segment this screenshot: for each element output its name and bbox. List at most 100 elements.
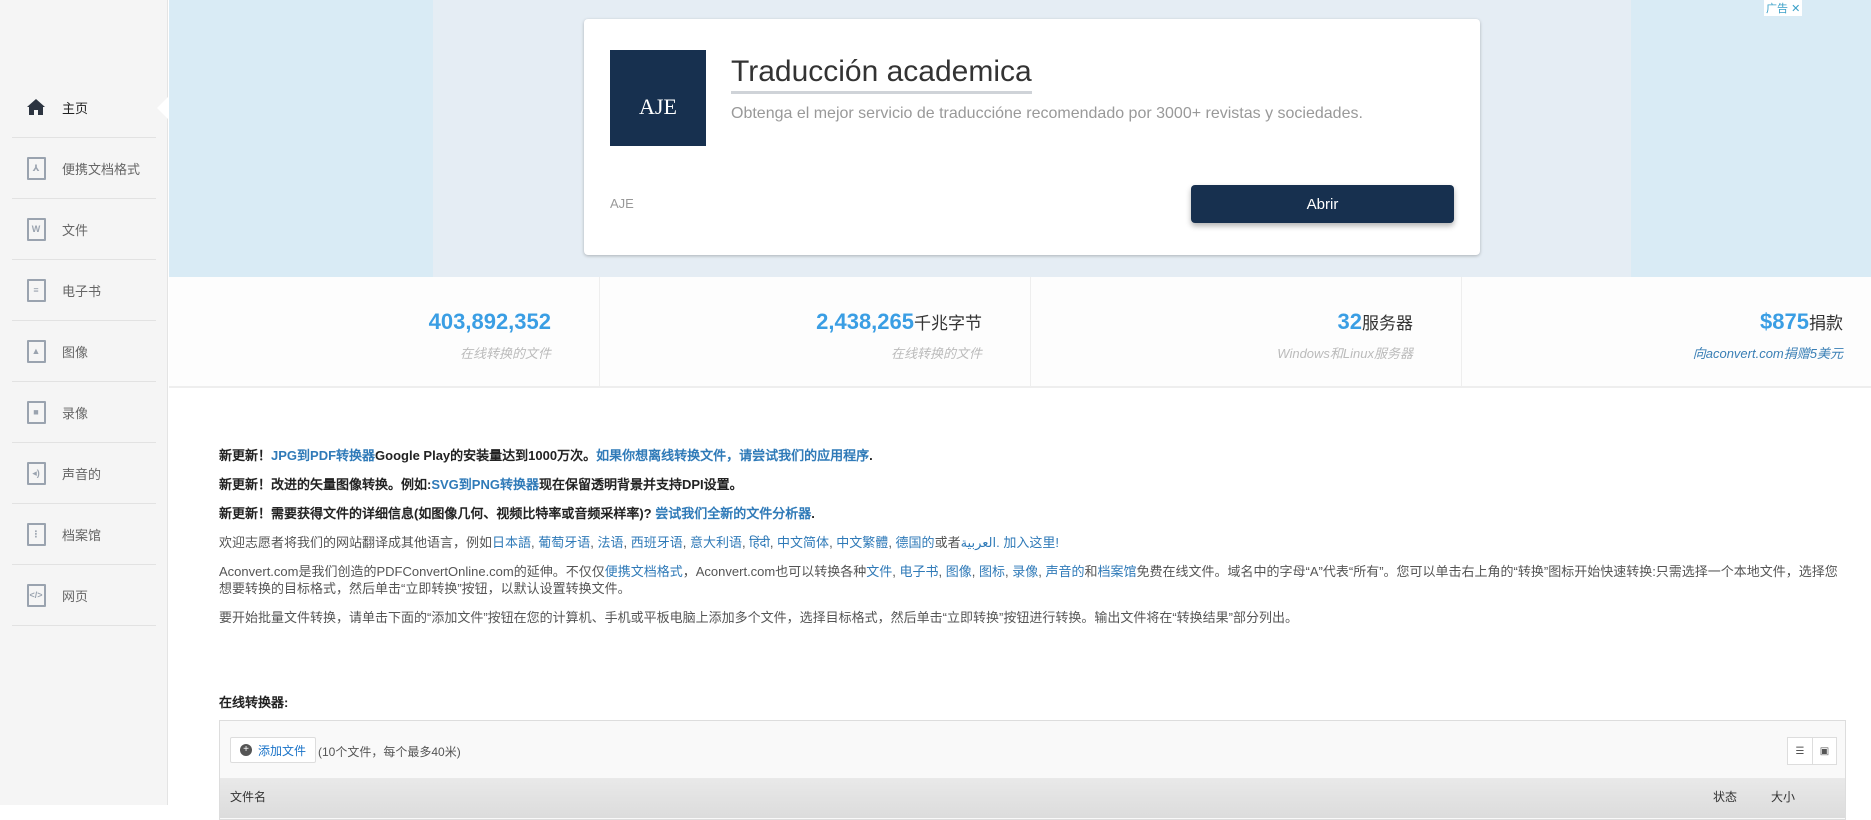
ebook-file-icon: ≡ xyxy=(26,278,46,302)
lang-link[interactable]: العربية xyxy=(961,535,997,550)
sidebar-item-ebook[interactable]: ≡ 电子书 xyxy=(12,260,156,321)
file-table-header: 文件名 状态 大小 xyxy=(220,778,1845,818)
sidebar-item-label: 文件 xyxy=(62,222,89,238)
sidebar-item-video[interactable]: ■ 录像 xyxy=(12,382,156,443)
sidebar-item-image[interactable]: ▲ 图像 xyxy=(12,321,156,382)
text: . xyxy=(869,448,873,463)
file-limit-note: (10个文件，每个最多40米) xyxy=(318,745,461,759)
text: 或者 xyxy=(934,535,961,550)
lang-link[interactable]: 意大利语 xyxy=(690,535,742,550)
audio-file-icon: ◂) xyxy=(26,461,46,485)
lang-link[interactable]: 中文简体 xyxy=(777,535,829,550)
pdf-link[interactable]: 便携文档格式 xyxy=(605,564,683,579)
ad-description: Obtenga el mejor servicio de traduccióne… xyxy=(731,105,1363,122)
stat-unit: 服务器 xyxy=(1362,314,1413,333)
video-file-icon: ■ xyxy=(26,400,46,424)
plus-circle-icon: + xyxy=(240,744,252,756)
sidebar-item-label: 档案馆 xyxy=(62,527,102,543)
converter-title: 在线转换器: xyxy=(219,695,289,710)
lang-link[interactable]: 西班牙语 xyxy=(631,535,683,550)
app-link[interactable]: 如果你想离线转换文件，请尝试我们的应用程序 xyxy=(596,448,869,463)
lang-link[interactable]: 日本語 xyxy=(492,535,531,550)
svg-to-png-link[interactable]: SVG到PNG转换器 xyxy=(431,477,539,492)
word-file-icon: W xyxy=(26,217,46,241)
text: 欢迎志愿者将我们的网站翻译成其他语言，例如 xyxy=(219,535,493,550)
type-link[interactable]: 图标 xyxy=(979,564,1005,579)
sidebar-item-pdf[interactable]: ⅄ 便携文档格式 xyxy=(12,138,156,199)
type-link[interactable]: 电子书 xyxy=(900,564,939,579)
type-link[interactable]: 文件 xyxy=(866,564,892,579)
lang-link[interactable]: 法语 xyxy=(598,535,624,550)
text: . xyxy=(811,506,815,521)
archive-file-icon: ⋮ xyxy=(26,522,46,546)
jpg-to-pdf-link[interactable]: JPG到PDF转换器 xyxy=(271,448,375,463)
type-link[interactable]: 声音的 xyxy=(1046,564,1085,579)
active-indicator xyxy=(157,97,168,119)
ad-title[interactable]: Traducción academica xyxy=(731,53,1032,94)
stat-value: 2,438,265 xyxy=(816,309,914,334)
stat-caption: Windows和Linux服务器 xyxy=(1277,346,1413,361)
webpage-file-icon: </> xyxy=(26,583,46,607)
sidebar-item-label: 网页 xyxy=(62,588,89,604)
sidebar-item-audio[interactable]: ◂) 声音的 xyxy=(12,443,156,504)
stat-value: 403,892,352 xyxy=(428,309,551,334)
col-size: 大小 xyxy=(1770,790,1795,804)
text: Google Play的安装量达到1000万次。 xyxy=(375,448,597,463)
batch-instructions: 要开始批量文件转换，请单击下面的“添加文件”按钮在您的计算机、手机或平板电脑上添… xyxy=(219,610,1298,625)
lang-link[interactable]: 德国的 xyxy=(896,535,935,550)
type-link[interactable]: 图像 xyxy=(946,564,972,579)
donate-link[interactable]: 向aconvert.com捐赠5美元 xyxy=(1462,343,1843,362)
text: ，Aconvert.com也可以转换各种 xyxy=(682,564,867,579)
sidebar-item-document[interactable]: W 文件 xyxy=(12,199,156,260)
sidebar-item-label: 录像 xyxy=(62,405,89,421)
aje-logo: AJE xyxy=(610,50,706,146)
sidebar-item-label: 图像 xyxy=(62,344,89,360)
pdf-file-icon: ⅄ xyxy=(26,156,46,180)
lang-link[interactable]: हिंदी xyxy=(749,535,770,550)
sidebar-item-webpage[interactable]: </> 网页 xyxy=(12,565,156,626)
sidebar-item-label: 声音的 xyxy=(62,466,102,482)
join-link[interactable]: . 加入这里! xyxy=(996,535,1059,550)
stat-caption: 在线转换的文件 xyxy=(890,346,982,361)
text: 新更新！改进的矢量图像转换。例如: xyxy=(219,477,432,492)
thumbnail-view-icon[interactable]: ▣ xyxy=(1812,738,1836,764)
close-icon[interactable]: ✕ xyxy=(1791,3,1800,15)
text: 现在保留透明背景并支持DPI设置。 xyxy=(538,477,743,492)
add-files-button[interactable]: + 添加文件 xyxy=(230,737,317,763)
sidebar-item-home[interactable]: 主页 xyxy=(12,77,156,138)
open-ad-button[interactable]: Abrir xyxy=(1191,185,1454,223)
add-files-label: 添加文件 xyxy=(258,743,307,758)
ad-banner: 广告 ✕ AJE Traducción academica Obtenga el… xyxy=(169,0,1871,277)
stat-files: 403,892,352 在线转换的文件 xyxy=(169,277,600,386)
sidebar: 主页 ⅄ 便携文档格式 W 文件 ≡ 电子书 ▲ 图像 ■ 录像 ◂) 声音的 ⋮ 档案馆 <… xyxy=(0,0,168,805)
sidebar-item-label: 主页 xyxy=(62,100,89,116)
sidebar-item-label: 便携文档格式 xyxy=(62,161,141,177)
sidebar-item-archive[interactable]: ⋮ 档案馆 xyxy=(12,504,156,565)
view-toggle: ☰ ▣ xyxy=(1787,737,1837,765)
image-file-icon: ▲ xyxy=(26,339,46,363)
ad-label-text: 广告 xyxy=(1766,3,1788,15)
text: 新更新！需要获得文件的详细信息(如图像几何、视频比特率或音频采样率)? xyxy=(219,506,656,521)
stat-value: $875 xyxy=(1760,309,1809,334)
archive-link[interactable]: 档案馆 xyxy=(1098,564,1137,579)
col-status: 状态 xyxy=(1712,790,1737,804)
type-link[interactable]: 录像 xyxy=(1012,564,1038,579)
stat-unit: 捐款 xyxy=(1809,314,1843,333)
lang-link[interactable]: 葡萄牙语 xyxy=(538,535,590,550)
col-filename: 文件名 xyxy=(230,790,267,804)
ad-card[interactable]: AJE Traducción academica Obtenga el mejo… xyxy=(584,19,1480,255)
stat-donations: $875捐款向aconvert.com捐赠5美元 xyxy=(1462,277,1871,386)
stat-unit: 千兆字节 xyxy=(914,314,982,333)
ad-brand: AJE xyxy=(610,196,634,211)
lang-link[interactable]: 中文繁體 xyxy=(836,535,888,550)
stat-servers: 32服务器 Windows和Linux服务器 xyxy=(1031,277,1462,386)
sidebar-item-label: 电子书 xyxy=(62,283,102,299)
text: 新更新！ xyxy=(219,448,272,463)
ad-label[interactable]: 广告 ✕ xyxy=(1764,0,1803,16)
stat-value: 32 xyxy=(1337,309,1362,334)
list-view-icon[interactable]: ☰ xyxy=(1788,738,1812,764)
stat-caption: 在线转换的文件 xyxy=(459,346,551,361)
news-content: 新更新！JPG到PDF转换器Google Play的安装量达到1000万次。如果… xyxy=(219,447,1849,638)
stat-gigabytes: 2,438,265千兆字节在线转换的文件 xyxy=(600,277,1031,386)
file-analyzer-link[interactable]: 尝试我们全新的文件分析器 xyxy=(655,506,811,521)
